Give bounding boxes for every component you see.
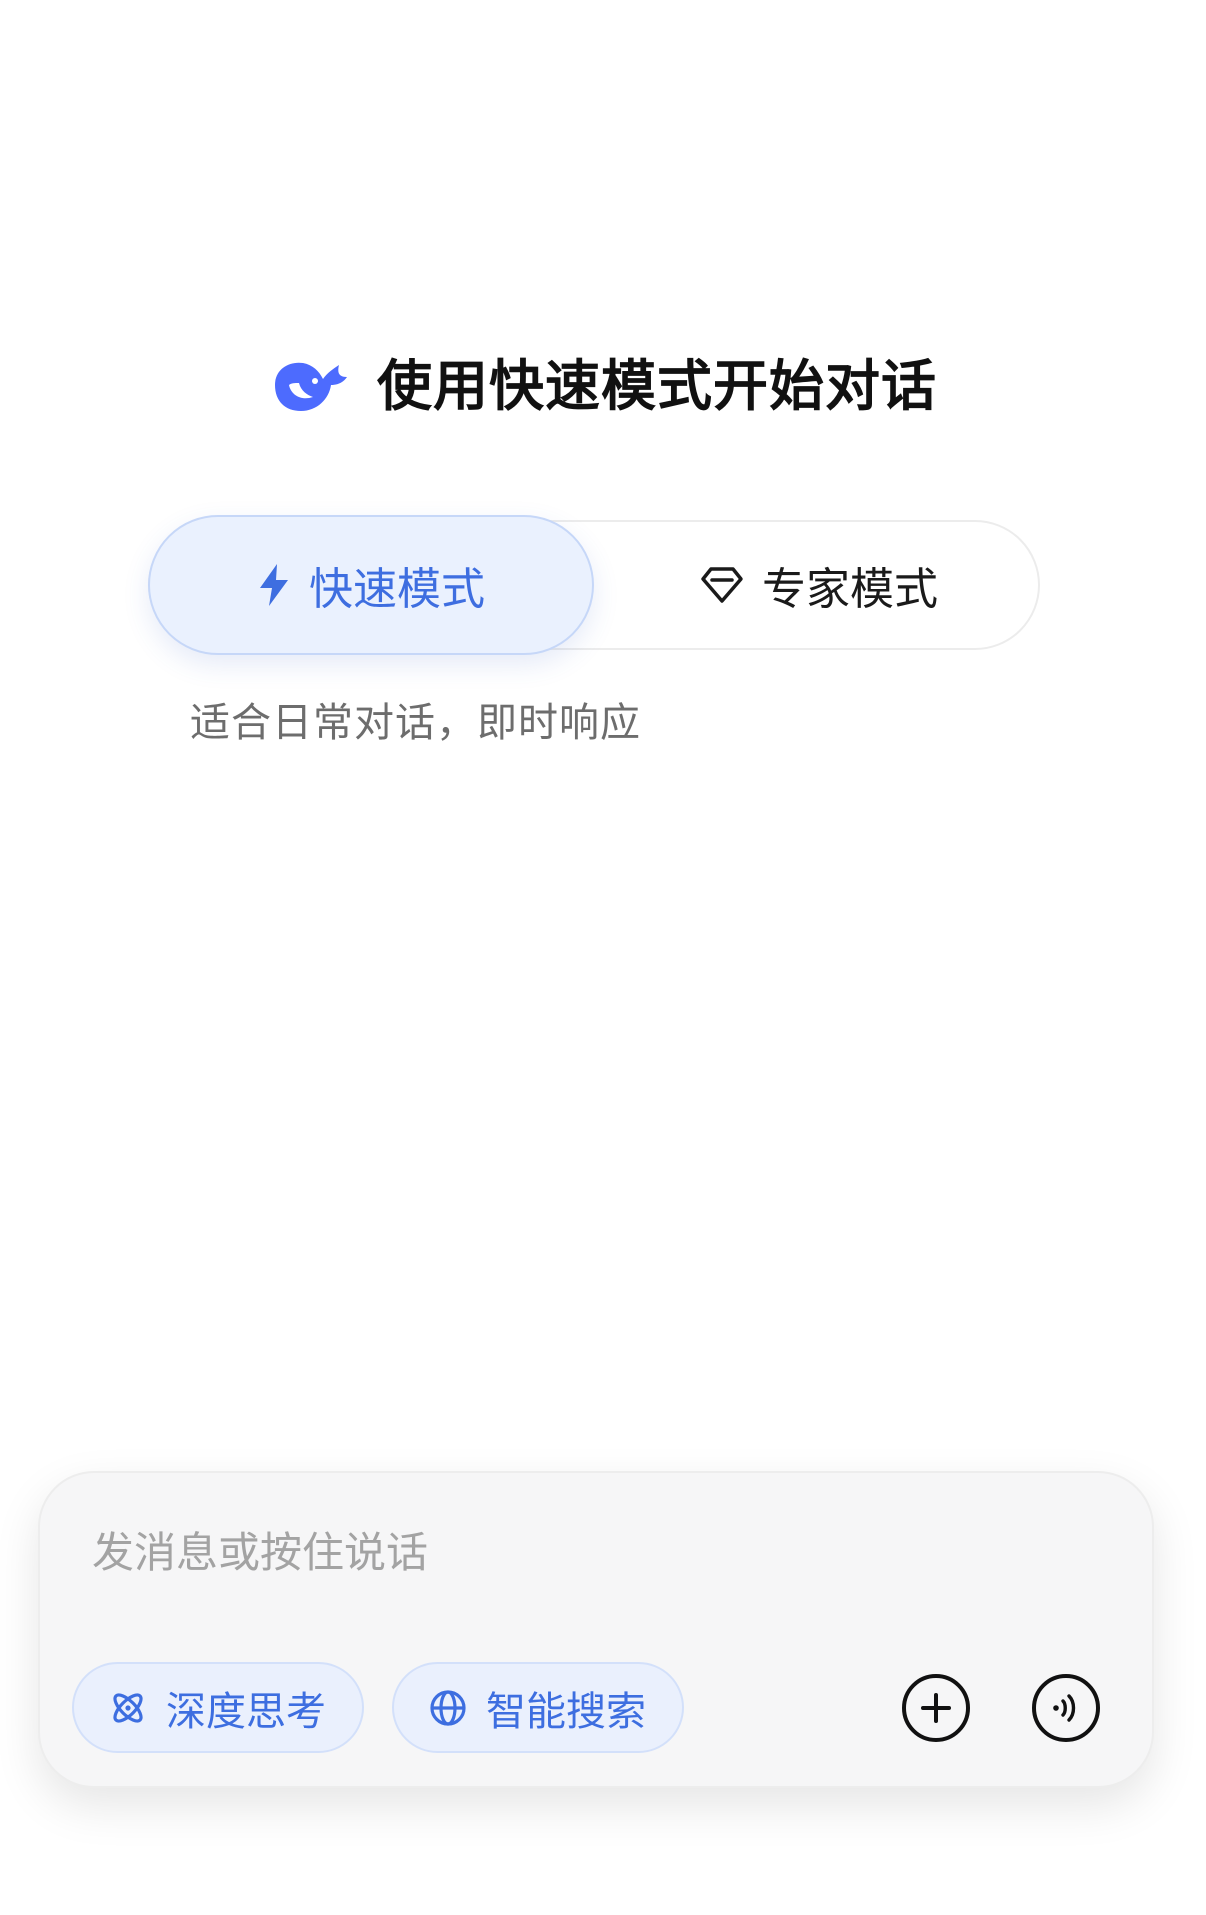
deep-think-toggle[interactable]: 深度思考 bbox=[72, 1662, 364, 1753]
smart-search-label: 智能搜索 bbox=[486, 1688, 646, 1735]
globe-icon bbox=[430, 1689, 466, 1726]
expert-mode-option[interactable]: 专家模式 bbox=[596, 520, 1042, 650]
expert-mode-label: 专家模式 bbox=[762, 564, 938, 615]
voice-wave-icon bbox=[1053, 1694, 1076, 1722]
lightning-bolt-icon bbox=[260, 564, 288, 606]
deepseek-whale-icon bbox=[274, 362, 347, 411]
mode-toggle: 快速模式 专家模式 bbox=[148, 515, 1042, 655]
diamond-icon bbox=[701, 567, 743, 603]
fast-mode-label: 快速模式 bbox=[309, 564, 485, 615]
mode-description: 适合日常对话，即时响应 bbox=[190, 700, 641, 746]
page-title: 使用快速模式开始对话 bbox=[376, 353, 937, 418]
fast-mode-option[interactable]: 快速模式 bbox=[148, 515, 594, 655]
chat-home-screen: 使用快速模式开始对话 快速模式 专家模式 适合日常对话，即时响应 深度思考 bbox=[0, 0, 1206, 1915]
deep-think-label: 深度思考 bbox=[166, 1688, 326, 1735]
voice-input-button[interactable] bbox=[1032, 1674, 1100, 1742]
atom-icon bbox=[113, 1692, 143, 1723]
plus-icon bbox=[921, 1693, 951, 1723]
message-input[interactable] bbox=[92, 1517, 1092, 1587]
smart-search-toggle[interactable]: 智能搜索 bbox=[392, 1662, 684, 1753]
message-composer: 深度思考 智能搜索 bbox=[38, 1471, 1154, 1788]
add-attachment-button[interactable] bbox=[902, 1674, 970, 1742]
page-header: 使用快速模式开始对话 bbox=[0, 355, 1206, 417]
